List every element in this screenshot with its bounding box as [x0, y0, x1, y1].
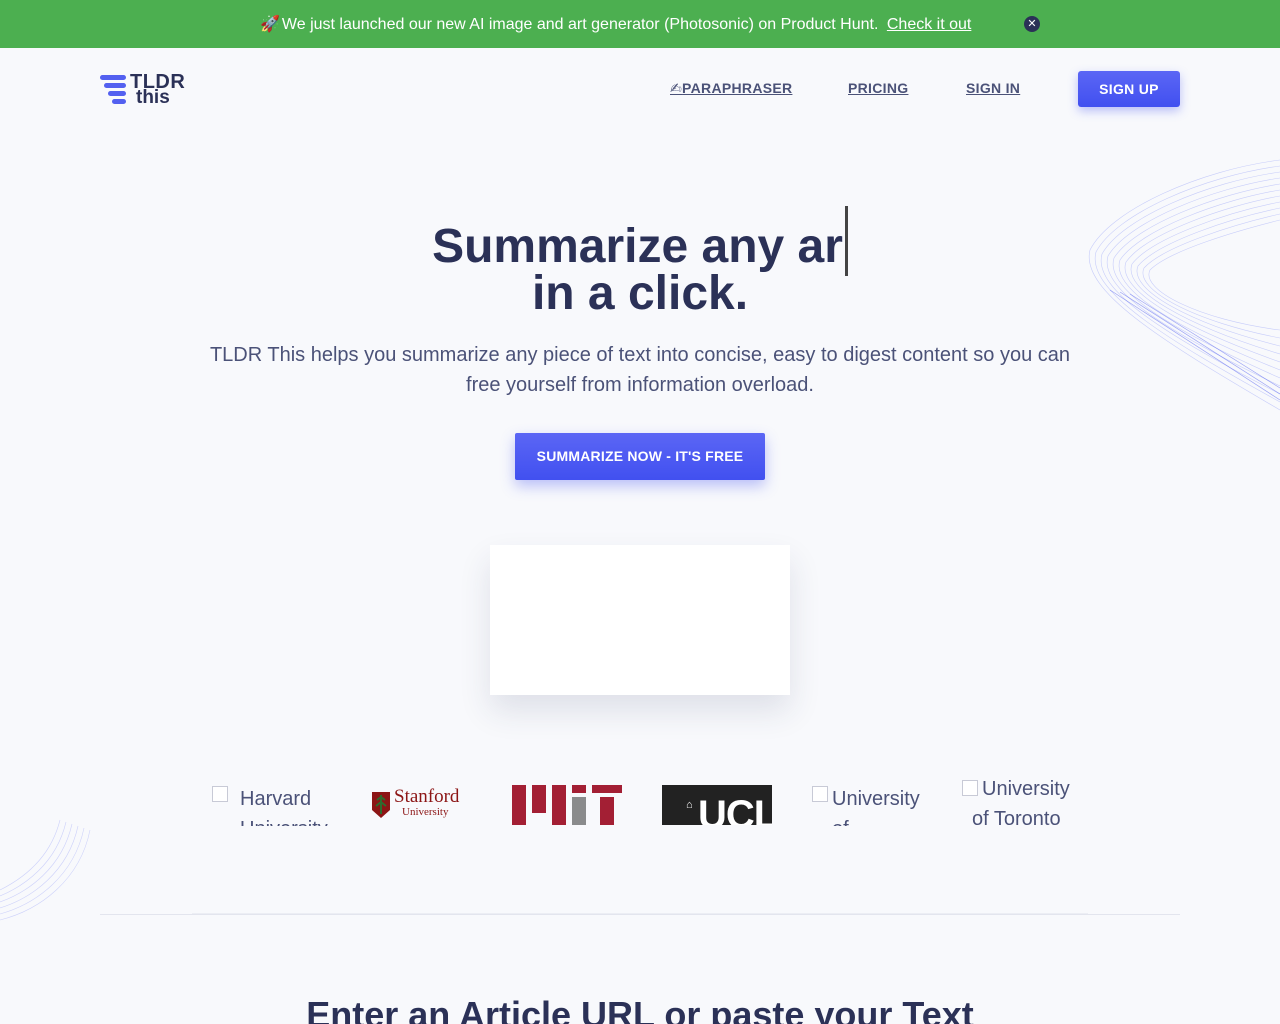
harvard-logo: Harvard University — [212, 780, 332, 826]
ucl-text: UCL — [698, 793, 772, 825]
nav-paraphraser-link[interactable]: ✍PARAPHRASER — [670, 80, 792, 97]
close-icon[interactable]: ✕ — [1024, 16, 1040, 32]
section-divider-inner — [192, 913, 1088, 914]
nav-paraphraser-label: PARAPHRASER — [682, 80, 793, 96]
hero-title-line-2: in a click. — [531, 267, 749, 320]
signup-button[interactable]: SIGN UP — [1078, 71, 1180, 107]
stanford-name: Stanford — [394, 786, 460, 807]
ucl-dome-icon: ⌂ — [686, 799, 693, 811]
banner-message: 🚀 We just launched our new AI image and a… — [260, 14, 971, 34]
summarize-now-button[interactable]: SUMMARIZE NOW - IT'S FREE — [515, 433, 765, 480]
nav-pricing-link[interactable]: PRICING — [848, 80, 908, 96]
toronto-logo: University of Toronto — [962, 780, 1080, 826]
mit-logo-icon — [512, 785, 622, 825]
hero-subtitle: TLDR This helps you summarize any piece … — [209, 344, 1071, 396]
broken-image-icon — [812, 786, 828, 802]
section-divider — [100, 914, 1180, 915]
pencil-icon: ✍ — [670, 80, 683, 96]
check-it-out-link[interactable]: Check it out — [887, 16, 971, 33]
demo-video-placeholder[interactable] — [490, 545, 790, 695]
decorative-wave-left — [0, 819, 91, 921]
uoft-alt-text: University of ... — [832, 788, 920, 826]
broken-image-icon — [212, 786, 228, 802]
logo-word-this: this — [136, 87, 170, 108]
nav-signin-link[interactable]: SIGN IN — [966, 80, 1020, 96]
logo-bars-icon — [100, 73, 126, 104]
toronto-alt-text: University of Toronto — [972, 780, 1070, 826]
university-logo-row: Harvard University Stanford University ⌂… — [200, 780, 1080, 826]
enter-url-heading: Enter an Article URL or paste your Text — [306, 994, 974, 1024]
stanford-logo: Stanford University — [370, 780, 470, 826]
university-of-logo: University of ... — [812, 780, 942, 826]
announcement-banner: 🚀 We just launched our new AI image and a… — [0, 0, 1280, 48]
rocket-icon: 🚀 — [260, 16, 280, 33]
tldr-logo[interactable]: TLDR this — [100, 71, 185, 108]
stanford-sub: University — [402, 806, 449, 818]
banner-text: We just launched our new AI image and ar… — [281, 16, 879, 33]
harvard-alt-text: Harvard University — [240, 788, 328, 826]
ucl-logo: ⌂ UCL — [662, 785, 772, 825]
